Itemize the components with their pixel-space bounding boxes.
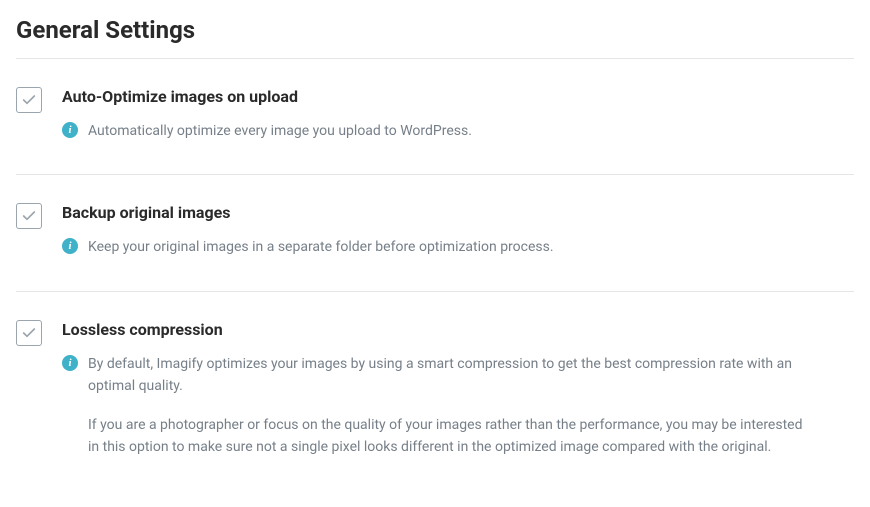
setting-description: Automatically optimize every image you u… bbox=[88, 120, 472, 142]
setting-label: Backup original images bbox=[62, 203, 854, 222]
checkmark-icon bbox=[21, 92, 37, 108]
checkmark-icon bbox=[21, 208, 37, 224]
setting-label: Auto-Optimize images on upload bbox=[62, 87, 854, 106]
info-icon: i bbox=[62, 238, 78, 254]
info-icon: i bbox=[62, 122, 78, 138]
page-title: General Settings bbox=[16, 16, 854, 59]
checkmark-icon bbox=[21, 325, 37, 341]
checkbox-backup-original[interactable] bbox=[16, 203, 42, 229]
setting-description: Keep your original images in a separate … bbox=[88, 236, 554, 258]
checkbox-auto-optimize[interactable] bbox=[16, 87, 42, 113]
checkbox-lossless-compression[interactable] bbox=[16, 320, 42, 346]
setting-label: Lossless compression bbox=[62, 320, 854, 339]
setting-lossless-compression: Lossless compression i By default, Imagi… bbox=[16, 320, 854, 459]
setting-description: By default, Imagify optimizes your image… bbox=[88, 353, 808, 459]
info-icon: i bbox=[62, 355, 78, 371]
setting-backup-original: Backup original images i Keep your origi… bbox=[16, 203, 854, 291]
setting-auto-optimize: Auto-Optimize images on upload i Automat… bbox=[16, 87, 854, 175]
